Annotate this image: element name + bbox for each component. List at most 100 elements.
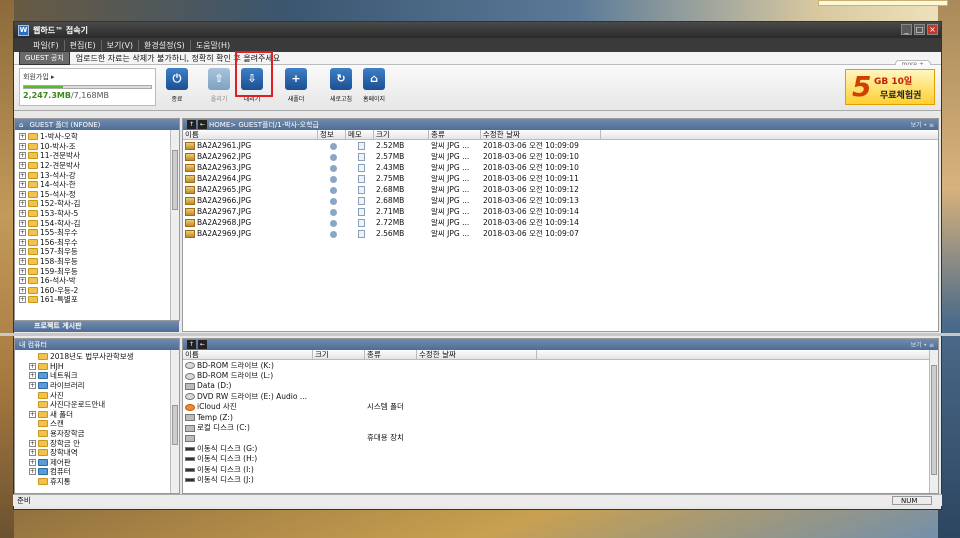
table-row[interactable]: BA2A2969.JPG 2.56MB 알씨 JPG ... 2018-03-06 오… — [183, 228, 938, 239]
info-icon[interactable] — [329, 186, 337, 194]
expand-icon[interactable]: + — [19, 267, 26, 275]
memo-icon[interactable] — [357, 230, 365, 238]
info-icon[interactable] — [329, 175, 337, 183]
col-type[interactable]: 종류 — [429, 130, 481, 139]
up-folder-icon[interactable]: ↑ — [187, 340, 196, 349]
menu-edit[interactable]: 편집(E) — [65, 39, 102, 51]
pane-splitter[interactable] — [0, 333, 960, 336]
table-row[interactable]: BA2A2963.JPG 2.43MB 알씨 JPG ... 2018-03-06 오… — [183, 162, 938, 173]
col-name[interactable]: 이름 — [183, 130, 318, 139]
tree-item[interactable]: +161-특별포 — [19, 295, 179, 305]
homepage-button[interactable]: ⌂ 홈페이지 — [359, 68, 389, 108]
join-link[interactable]: 회원가입 ▸ — [23, 72, 152, 82]
tree-item[interactable]: + HJH — [19, 362, 179, 372]
tree-item[interactable]: 2018년도 법무사관학보생 — [19, 352, 179, 362]
table-row[interactable]: BA2A2968.JPG 2.72MB 알씨 JPG ... 2018-03-06 오… — [183, 217, 938, 228]
local-tree-scrollbar[interactable] — [170, 350, 179, 493]
expand-icon[interactable]: + — [19, 238, 26, 246]
exit-button[interactable]: ⏻ 종료 — [162, 68, 192, 108]
col-date[interactable]: 수정한 날짜 — [481, 130, 601, 139]
expand-icon[interactable]: + — [19, 286, 26, 294]
free-trial-banner[interactable]: 5 GB 10일 무료체험권 — [845, 69, 935, 105]
up-folder-icon[interactable]: ↑ — [187, 120, 196, 129]
title-bar[interactable]: W 웹하드™ 접속기 _ □ × — [14, 22, 941, 38]
tree-item[interactable]: + 장학금 안 — [19, 438, 179, 448]
expand-icon[interactable]: + — [29, 382, 36, 390]
expand-icon[interactable]: + — [19, 152, 26, 160]
col-size[interactable]: 크기 — [374, 130, 429, 139]
minimize-button[interactable]: _ — [901, 24, 912, 35]
close-button[interactable]: × — [927, 24, 938, 35]
table-row[interactable]: iCloud 사진 시스템 폴더 — [183, 402, 938, 412]
table-row[interactable]: 이동식 디스크 (G:) — [183, 443, 938, 453]
project-board-bar[interactable]: 프로젝트 게시판 — [14, 321, 179, 332]
table-row[interactable]: 이동식 디스크 (J:) — [183, 474, 938, 484]
table-row[interactable]: BA2A2962.JPG 2.57MB 알씨 JPG ... 2018-03-06 오… — [183, 151, 938, 162]
info-icon[interactable] — [329, 219, 337, 227]
menu-file[interactable]: 파일(F) — [28, 39, 65, 51]
memo-icon[interactable] — [357, 197, 365, 205]
info-icon[interactable] — [329, 208, 337, 216]
col-type[interactable]: 종류 — [365, 350, 417, 359]
remote-tree-scrollbar[interactable] — [170, 130, 179, 320]
tree-item[interactable]: 사진다운로드안내 — [19, 400, 179, 410]
memo-icon[interactable] — [357, 175, 365, 183]
table-row[interactable]: BA2A2961.JPG 2.52MB 알씨 JPG ... 2018-03-06 오… — [183, 140, 938, 151]
expand-icon[interactable]: + — [19, 133, 26, 141]
expand-icon[interactable]: + — [19, 277, 26, 285]
expand-icon[interactable]: + — [19, 162, 26, 170]
table-row[interactable]: 로컬 디스크 (C:) — [183, 422, 938, 432]
col-date[interactable]: 수정한 날짜 — [417, 350, 537, 359]
local-view-toggle[interactable]: 보기 • ≡ — [911, 340, 934, 349]
expand-icon[interactable]: + — [19, 210, 26, 218]
expand-icon[interactable]: + — [19, 258, 26, 266]
expand-icon[interactable]: + — [19, 142, 26, 150]
col-memo[interactable]: 메모 — [346, 130, 374, 139]
expand-icon[interactable]: + — [19, 190, 26, 198]
expand-icon[interactable]: + — [19, 248, 26, 256]
info-icon[interactable] — [329, 230, 337, 238]
expand-icon[interactable]: + — [19, 200, 26, 208]
expand-icon[interactable]: + — [19, 181, 26, 189]
expand-icon[interactable]: + — [19, 229, 26, 237]
upload-button[interactable]: ⇧ 올리기 — [204, 68, 234, 108]
tree-item[interactable]: + 라이브러리 — [19, 381, 179, 391]
tree-item[interactable]: 휴지통 — [19, 477, 179, 487]
expand-icon[interactable]: + — [29, 410, 36, 418]
menu-settings[interactable]: 환경설정(S) — [139, 39, 191, 51]
memo-icon[interactable] — [357, 164, 365, 172]
memo-icon[interactable] — [357, 186, 365, 194]
expand-icon[interactable]: + — [19, 171, 26, 179]
table-row[interactable]: 휴대용 장치 — [183, 433, 938, 443]
tree-item[interactable]: + 새 폴더 — [19, 410, 179, 420]
remote-view-toggle[interactable]: 보기 • ≡ — [911, 120, 934, 129]
local-list-scrollbar[interactable] — [929, 350, 938, 493]
table-row[interactable]: Temp (Z:) — [183, 412, 938, 422]
expand-icon[interactable]: + — [29, 372, 36, 380]
expand-icon[interactable]: + — [29, 439, 36, 447]
tree-item[interactable]: + 제어판 — [19, 458, 179, 468]
menu-help[interactable]: 도움말(H) — [191, 40, 235, 51]
col-size[interactable]: 크기 — [313, 350, 365, 359]
memo-icon[interactable] — [357, 208, 365, 216]
table-row[interactable]: BD-ROM 드라이브 (K:) — [183, 360, 938, 370]
info-icon[interactable] — [329, 153, 337, 161]
maximize-button[interactable]: □ — [914, 24, 925, 35]
table-row[interactable]: BA2A2965.JPG 2.68MB 알씨 JPG ... 2018-03-06 오… — [183, 184, 938, 195]
refresh-button[interactable]: ↻ 새로고침 — [326, 68, 356, 108]
expand-icon[interactable]: + — [29, 449, 36, 457]
memo-icon[interactable] — [357, 142, 365, 150]
col-info[interactable]: 정보 — [318, 130, 346, 139]
tree-item[interactable]: 용자장학금 — [19, 429, 179, 439]
table-row[interactable]: DVD RW 드라이브 (E:) Audio ... — [183, 391, 938, 401]
table-row[interactable]: BA2A2966.JPG 2.68MB 알씨 JPG ... 2018-03-06 오… — [183, 195, 938, 206]
expand-icon[interactable]: + — [29, 458, 36, 466]
tree-item[interactable]: + 컴퓨터 — [19, 467, 179, 477]
table-row[interactable]: 이동식 디스크 (I:) — [183, 464, 938, 474]
expand-icon[interactable]: + — [19, 296, 26, 304]
table-row[interactable]: BA2A2964.JPG 2.75MB 알씨 JPG ... 2018-03-06 오… — [183, 173, 938, 184]
new-folder-button[interactable]: + 새폴더 — [281, 68, 311, 108]
info-icon[interactable] — [329, 164, 337, 172]
back-icon[interactable]: ← — [198, 120, 207, 129]
back-icon[interactable]: ← — [198, 340, 207, 349]
